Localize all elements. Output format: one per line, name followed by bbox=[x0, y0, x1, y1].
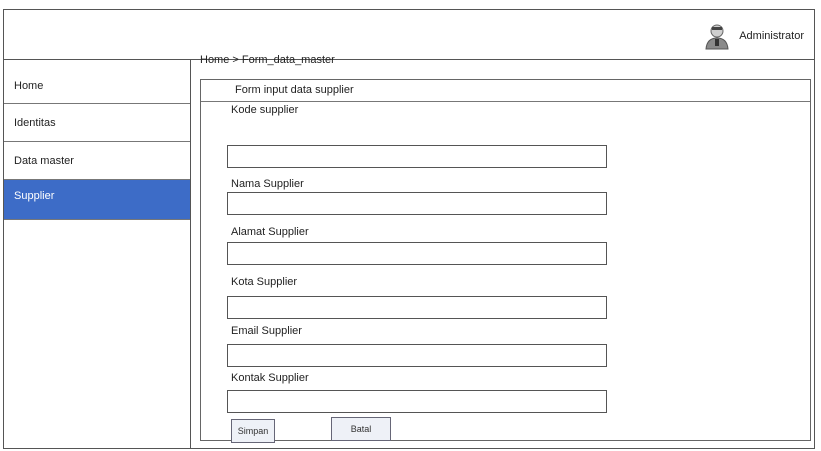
supplier-form-panel: Form input data supplier Kode supplier N… bbox=[200, 79, 811, 443]
kode-supplier-input[interactable] bbox=[227, 145, 607, 168]
sidebar-item-label: Data master bbox=[14, 154, 74, 167]
sidebar-item-identitas[interactable]: Identitas bbox=[4, 104, 190, 142]
top-bar: Administrator bbox=[4, 10, 814, 60]
admin-user-icon bbox=[705, 24, 729, 50]
user-name: Administrator bbox=[739, 30, 804, 42]
kontak-supplier-input[interactable] bbox=[227, 390, 607, 413]
kontak-supplier-label: Kontak Supplier bbox=[231, 372, 309, 384]
sidebar-item-label: Identitas bbox=[14, 116, 56, 129]
save-button[interactable]: Simpan bbox=[231, 419, 275, 443]
form-title: Form input data supplier bbox=[201, 80, 810, 102]
nama-supplier-input[interactable] bbox=[227, 192, 607, 215]
sidebar-item-label: Supplier bbox=[14, 190, 55, 202]
sidebar-item-supplier[interactable]: Supplier bbox=[4, 180, 190, 220]
alamat-supplier-input[interactable] bbox=[227, 242, 607, 265]
alamat-supplier-label: Alamat Supplier bbox=[231, 226, 309, 238]
user-menu[interactable]: Administrator bbox=[703, 22, 804, 50]
nama-supplier-label: Nama Supplier bbox=[231, 178, 304, 190]
cancel-button[interactable]: Batal bbox=[331, 417, 391, 441]
sidebar: Home Identitas Data master Supplier bbox=[4, 60, 191, 448]
breadcrumb: Home > Form_data_master bbox=[200, 54, 335, 66]
sidebar-item-data-master[interactable]: Data master bbox=[4, 142, 190, 180]
email-supplier-input[interactable] bbox=[227, 344, 607, 367]
kota-supplier-label: Kota Supplier bbox=[231, 276, 298, 288]
sidebar-item-label: Home bbox=[14, 79, 44, 92]
kode-supplier-label: Kode supplier bbox=[231, 104, 299, 116]
kota-supplier-input[interactable] bbox=[227, 296, 607, 319]
email-supplier-label: Email Supplier bbox=[231, 325, 302, 337]
sidebar-item-home[interactable]: Home bbox=[4, 60, 190, 104]
